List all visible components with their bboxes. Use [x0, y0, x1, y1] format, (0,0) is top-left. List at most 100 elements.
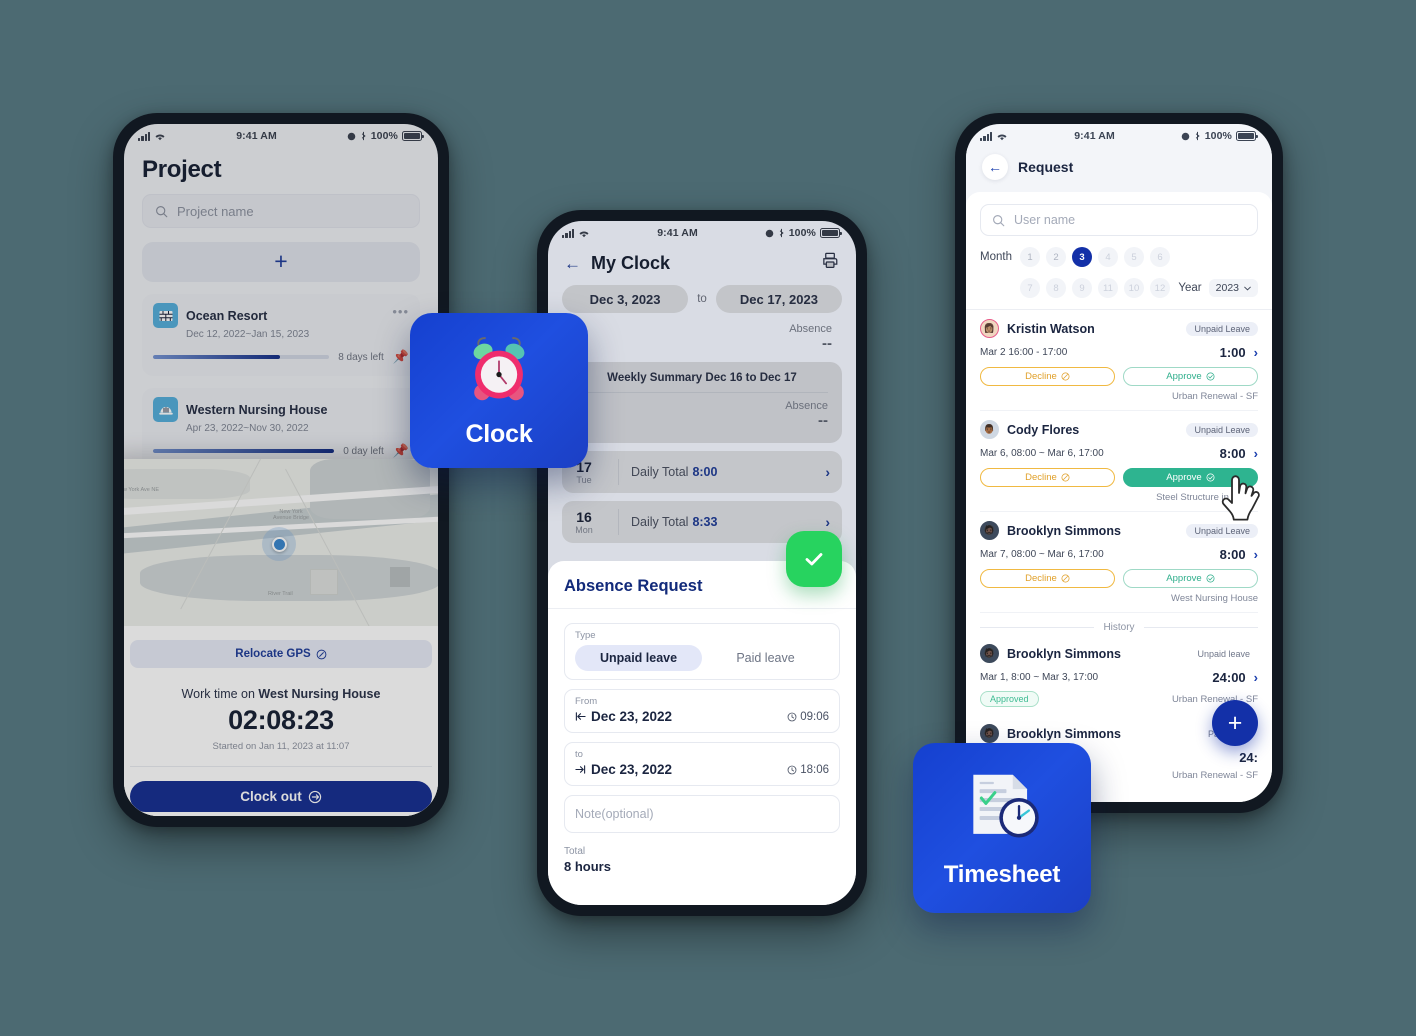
requester-name: Brooklyn Simmons [1007, 726, 1121, 741]
decline-button[interactable]: Decline [980, 569, 1115, 588]
chevron-right-icon[interactable]: › [825, 514, 830, 530]
time-range: Mar 1, 8:00 ~ Mar 3, 17:00 [980, 672, 1099, 683]
relocate-gps-button[interactable]: Relocate GPS [130, 640, 432, 668]
signal-icon [980, 131, 993, 141]
clock-out-button[interactable]: Clock out [130, 781, 432, 812]
month-chip-6[interactable]: 6 [1149, 247, 1170, 267]
alarm-icon [765, 229, 774, 237]
to-field[interactable]: to Dec 23, 2022 18:06 [564, 742, 840, 786]
alarm-icon [1181, 132, 1190, 140]
month-chip-2[interactable]: 2 [1045, 247, 1066, 267]
divider [576, 392, 828, 393]
battery-percent: 100% [1204, 130, 1232, 142]
month-chip-9[interactable]: 9 [1071, 278, 1092, 298]
note-input[interactable]: Note(optional) [564, 795, 840, 833]
chevron-down-icon [1244, 286, 1251, 290]
request-card[interactable]: 👨🏾 Cody Flores Unpaid Leave Mar 6, 08:00… [980, 411, 1258, 512]
daily-total-value: 8:33 [692, 515, 718, 529]
chevron-right-icon[interactable]: › [1254, 446, 1258, 461]
decline-button[interactable]: Decline [980, 468, 1115, 487]
request-card[interactable]: 🧔🏿 Brooklyn Simmons Unpaid Leave Mar 7, … [980, 512, 1258, 613]
month-chip-1[interactable]: 1 [1019, 247, 1040, 267]
chevron-right-icon[interactable]: › [1254, 345, 1258, 360]
search-input[interactable]: Project name [142, 194, 420, 228]
month-chip-3[interactable]: 3 [1071, 247, 1092, 267]
status-bar-mid: 9:41 AM 100% [548, 221, 856, 245]
month-row-1: Month 1 2 3 4 5 6 [980, 247, 1258, 267]
history-card-range: Mar 1, 8:00 ~ Mar 3, 17:00 24:00 › [980, 670, 1258, 685]
progress-bar [153, 449, 335, 453]
hours-value: 1:00 [1219, 345, 1246, 360]
to-label: to [575, 749, 583, 760]
chevron-right-icon[interactable]: › [825, 464, 830, 480]
project-header: Ocean Resort [153, 303, 409, 328]
map-clock-sheet: New York Ave NE New York Avenue Bridge R… [124, 459, 438, 816]
more-options-icon[interactable]: ••• [392, 304, 409, 319]
hours-value: 24: [1239, 750, 1258, 765]
type-field: Type Unpaid leave Paid leave [564, 623, 840, 680]
approve-button[interactable]: Approve [1123, 367, 1258, 386]
year-selector[interactable]: Year 2023 [1178, 279, 1258, 297]
request-card-header: 🧔🏿 Brooklyn Simmons Unpaid Leave [980, 521, 1258, 540]
from-field[interactable]: From Dec 23, 2022 09:06 [564, 689, 840, 733]
project-card-ocean-resort[interactable]: ••• Ocean Resort Dec 12, 2022~Jan 15, 20… [142, 294, 420, 376]
plus-icon: + [274, 247, 288, 274]
status-bar-right: 9:41 AM 100% [966, 124, 1272, 148]
add-project-button[interactable]: + [142, 242, 420, 282]
segment-unpaid-leave[interactable]: Unpaid leave [575, 645, 702, 671]
note-placeholder: Note(optional) [575, 807, 654, 821]
from-time-text: 09:06 [800, 710, 829, 723]
pin-icon[interactable]: 📌 [393, 443, 409, 459]
user-search-placeholder: User name [1014, 213, 1076, 227]
project-site: Urban Renewal - SF [1171, 391, 1258, 402]
logout-icon [308, 790, 321, 803]
daily-total: Daily Total 8:33 [631, 515, 717, 529]
month-row-2: Month 7 8 9 11 10 12 Year 2023 [980, 278, 1258, 298]
from-row: Dec 23, 2022 09:06 [575, 709, 829, 724]
avatar: 🧔🏿 [980, 521, 999, 540]
month-chip-10[interactable]: 10 [1123, 278, 1144, 298]
history-status-row: Approved Urban Renewal - SF [980, 691, 1258, 707]
date-from-picker[interactable]: Dec 3, 2023 [562, 285, 689, 313]
add-request-fab[interactable]: + [1212, 700, 1258, 746]
year-dropdown[interactable]: 2023 [1208, 279, 1258, 297]
wifi-icon [997, 134, 1007, 140]
progress-bar [153, 355, 330, 359]
decline-label: Decline [1025, 371, 1057, 382]
month-chip-7[interactable]: 7 [1019, 278, 1040, 298]
app-card-timesheet[interactable]: Timesheet [913, 743, 1091, 913]
my-clock-header: ← My Clock [548, 245, 856, 285]
segment-paid-leave[interactable]: Paid leave [702, 645, 829, 671]
month-chip-4[interactable]: 4 [1097, 247, 1118, 267]
back-arrow-icon[interactable]: ← [564, 255, 581, 272]
approve-button[interactable]: Approve [1123, 569, 1258, 588]
worktime-label: Work time on West Nursing House [130, 687, 432, 701]
confirm-checkmark-button[interactable] [786, 531, 842, 587]
date-to-picker[interactable]: Dec 17, 2023 [715, 285, 842, 313]
clock-icon [787, 765, 797, 774]
day-weekday: Mon [575, 525, 593, 535]
bluetooth-icon [1195, 131, 1200, 141]
user-search-input[interactable]: User name [980, 204, 1258, 236]
pin-icon[interactable]: 📌 [393, 349, 409, 365]
month-chip-8[interactable]: 8 [1045, 278, 1066, 298]
back-arrow-icon[interactable]: ← [982, 154, 1008, 180]
project-card-western-nursing-house[interactable]: Western Nursing House Apr 23, 2022~Nov 3… [142, 388, 420, 470]
plus-icon: + [1227, 708, 1243, 737]
request-card[interactable]: 👩🏽 Kristin Watson Unpaid Leave Mar 2 16:… [980, 310, 1258, 411]
print-icon[interactable] [821, 251, 840, 275]
month-chip-5[interactable]: 5 [1123, 247, 1144, 267]
divider [618, 459, 619, 485]
month-chip-11[interactable]: 11 [1097, 278, 1118, 298]
page-title: My Clock [591, 252, 671, 273]
decline-button[interactable]: Decline [980, 367, 1115, 386]
app-card-clock[interactable]: Clock [410, 313, 588, 468]
daily-total-label: Daily Total [631, 465, 689, 479]
timesheet-document-clock-icon [973, 774, 1039, 838]
chevron-right-icon[interactable]: › [1254, 670, 1258, 685]
chevron-right-icon[interactable]: › [1254, 547, 1258, 562]
month-chip-12[interactable]: 12 [1149, 278, 1170, 298]
leave-type-badge: Unpaid Leave [1186, 422, 1258, 437]
history-card[interactable]: 🧔🏿 Brooklyn Simmons Unpaid leave Mar 1, … [980, 635, 1258, 715]
day-row-17[interactable]: 17 Tue Daily Total 8:00 › [562, 451, 842, 493]
